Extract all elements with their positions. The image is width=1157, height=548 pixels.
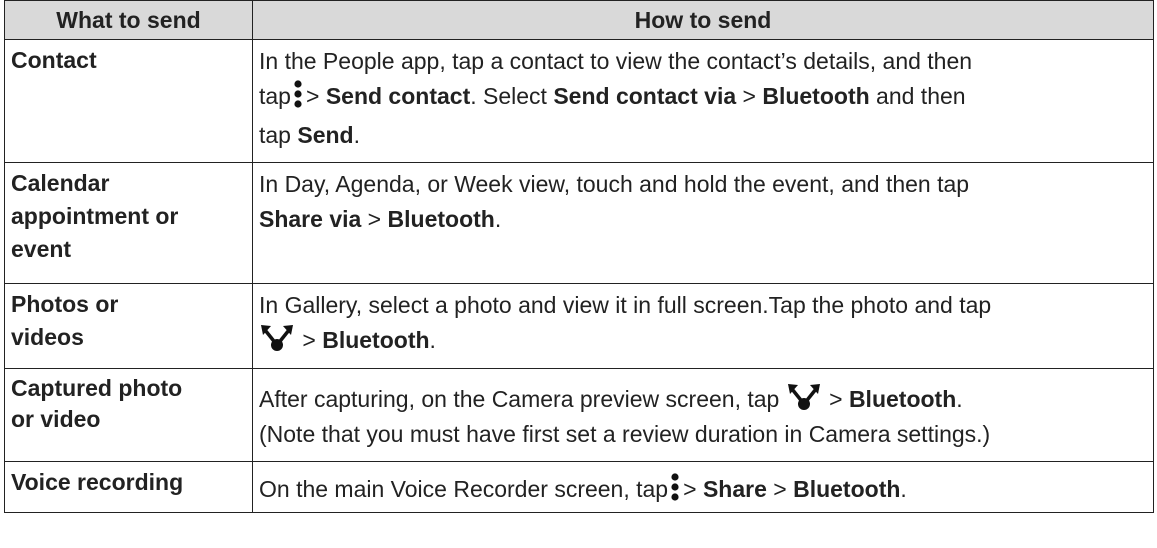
row-instructions: In Day, Agenda, or Week view, touch and … <box>252 162 1154 284</box>
row-label: Contact <box>4 39 253 163</box>
row-label-text: Contact <box>11 47 97 73</box>
instruction-text: > <box>766 476 794 502</box>
instruction-text: . Select <box>470 83 554 109</box>
instruction-bold: Share via <box>259 206 362 232</box>
send-methods-table: What to send How to send Contact In the … <box>4 0 1154 513</box>
instruction-bold: Send contact <box>325 83 471 109</box>
instruction-text: In Gallery, select a photo and view it i… <box>259 292 992 318</box>
row-label-text: Captured photo <box>11 375 183 401</box>
instruction-text: (Note that you must have first set a rev… <box>259 421 991 447</box>
instruction-text: > <box>296 327 323 353</box>
instruction-text: > <box>361 206 388 232</box>
header-row: What to send How to send <box>4 0 1154 40</box>
row-instructions: On the main Voice Recorder screen, tap > … <box>252 461 1154 513</box>
menu-dots-icon <box>292 80 304 118</box>
table-row: Captured photo or video After capturing, … <box>4 368 1154 462</box>
instruction-bold: Bluetooth <box>322 327 430 353</box>
instruction-text: tap <box>259 83 291 109</box>
row-label-text: Photos or <box>11 291 119 317</box>
row-label: Captured photo or video <box>4 368 253 462</box>
instruction-text: . <box>956 386 963 412</box>
header-what-to-send: What to send <box>4 0 253 40</box>
table-row: Voice recording On the main Voice Record… <box>4 461 1154 513</box>
instruction-bold: Bluetooth <box>793 476 901 502</box>
instruction-bold: Bluetooth <box>848 386 957 412</box>
row-label: Voice recording <box>4 461 253 513</box>
table-row: Contact In the People app, tap a contact… <box>4 39 1154 163</box>
table-row: Photos or videos In Gallery, select a pho… <box>4 283 1154 369</box>
instruction-text: . <box>494 206 502 232</box>
instruction-text: After capturing, on the Camera preview s… <box>259 386 786 412</box>
share-icon <box>787 383 821 419</box>
header-how-to-send: How to send <box>252 0 1154 40</box>
instruction-text: and then <box>869 83 966 109</box>
instruction-bold: Send contact via <box>553 83 737 109</box>
instruction-text: In the People app, tap a contact to view… <box>259 48 973 74</box>
instruction-bold: Bluetooth <box>762 83 870 109</box>
instruction-text: tap <box>259 122 298 148</box>
instruction-text: On the main Voice Recorder screen, tap <box>259 476 669 502</box>
instruction-bold: Share <box>702 476 767 502</box>
instruction-text: > <box>822 386 849 412</box>
row-label-text: appointment or <box>11 203 179 229</box>
row-label-text: videos <box>11 324 84 350</box>
instruction-bold: Bluetooth <box>387 206 495 232</box>
instruction-text: > <box>683 476 703 502</box>
instruction-text: . <box>353 122 360 148</box>
instruction-text: > <box>305 83 326 109</box>
row-instructions: In Gallery, select a photo and view it i… <box>252 283 1154 369</box>
row-instructions: In the People app, tap a contact to view… <box>252 39 1154 163</box>
instruction-text: . <box>900 476 907 502</box>
row-label-text: Voice recording <box>11 469 184 495</box>
row-label: Calendar appointment or event <box>4 162 253 284</box>
row-instructions: After capturing, on the Camera preview s… <box>252 368 1154 462</box>
instruction-bold: Send <box>297 122 354 148</box>
instruction-text: > <box>736 83 763 109</box>
row-label-text: or video <box>11 406 101 432</box>
table-row: Calendar appointment or event In Day, Agen… <box>4 162 1154 284</box>
share-icon <box>260 324 294 362</box>
instruction-text: In Day, Agenda, or Week view, touch and … <box>259 171 970 197</box>
row-label-text: event <box>11 236 72 262</box>
row-label-text: Calendar <box>11 170 110 196</box>
row-label: Photos or videos <box>4 283 253 369</box>
instruction-text: . <box>429 327 436 353</box>
menu-dots-icon <box>669 473 681 511</box>
